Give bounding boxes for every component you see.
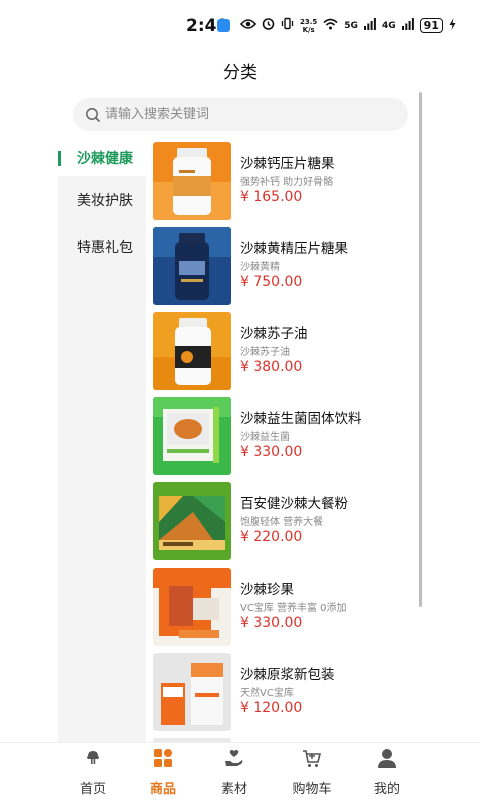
product-description: VC宝库 营养丰富 0添加 [240,603,347,614]
charging-icon [449,17,456,34]
search-bar[interactable] [73,98,408,131]
product-price: ¥ 380.00 [240,359,303,375]
category-page: 2:49 23.5 K/s 5G 4G 91 分类 请输入搜索关键词 沙棘健康 … [0,0,480,800]
product-card[interactable]: 沙棘益生菌固体饮料 沙棘益生菌 ¥ 330.00 [153,397,416,475]
product-name: 沙棘黄精压片糖果 [240,241,348,257]
product-image [153,568,231,646]
product-price: ¥ 220.00 [240,529,303,545]
tab-cart[interactable]: 购物车 [277,747,347,797]
tab-mine[interactable]: 我的 [352,747,422,797]
page-title: 分类 [223,63,257,83]
sidebar-item-seabuckthorn-health[interactable]: 沙棘健康 [58,140,146,176]
product-image [153,653,231,731]
status-icons: 23.5 K/s 5G 4G 91 [239,17,456,34]
message-notification-icon [217,19,230,32]
product-price: ¥ 750.00 [240,274,303,290]
sidebar-item-label: 沙棘健康 [77,151,133,167]
battery-indicator: 91 [419,18,443,33]
sidebar-item-label: 特惠礼包 [77,239,133,256]
product-card[interactable]: 沙棘钙压片糖果 强势补钙 助力好骨骼 ¥ 165.00 [153,142,416,220]
product-name: 沙棘原浆新包装 [240,667,335,683]
sidebar-item-special-gift-pack[interactable]: 特惠礼包 [58,223,146,270]
product-image [153,312,231,390]
wifi-icon [323,18,338,34]
product-card[interactable]: 沙棘原浆新包装 天然VC宝库 ¥ 120.00 [153,653,416,731]
bottom-tab-bar: 首页 商品 素材 购物车 我的 [0,742,480,800]
product-price: ¥ 330.00 [240,444,303,460]
product-card[interactable]: 沙棘黄精压片糖果 沙棘黄精 ¥ 750.00 [153,227,416,305]
signal-4g-label: 4G [381,20,396,31]
signal-bars-icon [401,17,414,34]
product-description: 强势补钙 助力好骨骼 [240,177,334,188]
scrollbar[interactable] [419,92,422,607]
eye-icon [239,18,257,34]
product-card[interactable]: 百安健沙棘大餐粉 饱腹轻体 营养大餐 ¥ 220.00 [153,482,416,560]
vibrate-icon [281,17,294,34]
category-sidebar: 沙棘健康 美妆护肤 特惠礼包 [58,140,146,745]
cart-icon [303,750,322,767]
product-name: 沙棘珍果 [240,582,294,598]
user-icon [378,749,396,768]
product-price: ¥ 165.00 [240,189,303,205]
search-icon [86,107,101,122]
product-description: 沙棘益生菌 [240,432,290,443]
product-name: 沙棘苏子油 [240,326,308,342]
sidebar-item-beauty-skincare[interactable]: 美妆护肤 [58,176,146,223]
tab-materials[interactable]: 素材 [199,747,269,797]
product-description: 饱腹轻体 营养大餐 [240,517,324,528]
tab-home[interactable]: 首页 [58,747,128,797]
product-description: 天然VC宝库 [240,688,294,699]
tab-label: 我的 [373,782,400,797]
network-speed: 23.5 K/s [300,17,318,34]
signal-5g-label: 5G [344,20,358,31]
home-icon [87,751,99,764]
tab-label: 素材 [220,782,247,797]
tab-label: 商品 [149,782,176,797]
tab-label: 首页 [79,782,106,797]
product-name: 沙棘益生菌固体饮料 [240,411,362,427]
category-grid-icon [154,749,172,767]
tab-label: 购物车 [292,782,332,797]
product-name: 百安健沙棘大餐粉 [240,496,348,512]
search-input[interactable] [105,107,385,122]
sidebar-item-label: 美妆护肤 [77,192,133,209]
product-price: ¥ 120.00 [240,700,303,716]
signal-bars-icon [363,17,376,34]
product-description: 沙棘黄精 [240,262,280,273]
product-image [153,142,231,220]
product-card[interactable]: 沙棘苏子油 沙棘苏子油 ¥ 380.00 [153,312,416,390]
status-bar: 2:49 23.5 K/s 5G 4G 91 [0,0,480,52]
alarm-icon [262,17,275,34]
material-hand-icon [225,749,243,766]
product-list: 沙棘钙压片糖果 强势补钙 助力好骨骼 ¥ 165.00 沙棘黄精压片糖果 沙棘黄… [146,140,416,745]
product-image [153,227,231,305]
product-price: ¥ 330.00 [240,615,303,631]
product-name: 沙棘钙压片糖果 [240,156,335,172]
product-description: 沙棘苏子油 [240,347,290,358]
tab-products[interactable]: 商品 [128,747,198,797]
product-image [153,397,231,475]
product-image [153,482,231,560]
product-card[interactable]: 沙棘珍果 VC宝库 营养丰富 0添加 ¥ 330.00 [153,568,416,646]
